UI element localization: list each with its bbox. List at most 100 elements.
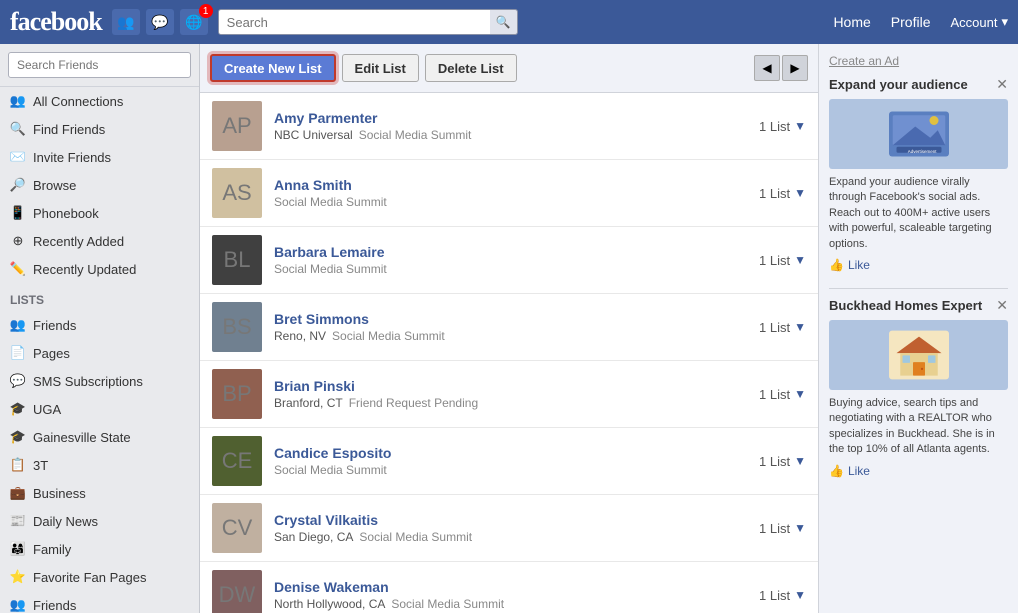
- browse-icon: 🔎: [10, 177, 26, 193]
- right-sidebar: Create an Ad Expand your audience ✕ Adve…: [818, 44, 1018, 613]
- list-dropdown-denise[interactable]: ▼: [794, 588, 806, 602]
- gainesville-state-list-icon: 🎓: [10, 429, 26, 445]
- contact-row[interactable]: DW Denise Wakeman North Hollywood, CASoc…: [200, 562, 818, 613]
- sidebar-main-links: 👥All Connections🔍Find Friends✉️Invite Fr…: [0, 87, 199, 283]
- ad2-close-icon[interactable]: ✕: [996, 297, 1008, 314]
- ad1-like-thumb-icon: 👍: [829, 258, 844, 272]
- contact-list-badge-anna: 1 List ▼: [759, 186, 806, 201]
- sidebar-list-item-pages[interactable]: 📄Pages: [0, 339, 199, 367]
- contact-name-amy[interactable]: Amy Parmenter: [274, 110, 759, 126]
- list-dropdown-crystal[interactable]: ▼: [794, 521, 806, 535]
- next-page-button[interactable]: ▶: [782, 55, 808, 81]
- sidebar-list-item-favorite-fan-pages[interactable]: ⭐ Favorite Fan Pages: [0, 563, 199, 591]
- contact-name-brian[interactable]: Brian Pinski: [274, 378, 759, 394]
- contact-name-candice[interactable]: Candice Esposito: [274, 445, 759, 461]
- search-submit-button[interactable]: 🔍: [490, 9, 518, 35]
- search-wrap: 🔍: [218, 9, 518, 35]
- list-dropdown-candice[interactable]: ▼: [794, 454, 806, 468]
- sidebar-item-all-connections[interactable]: 👥All Connections: [0, 87, 199, 115]
- sidebar-label-recently-updated: Recently Updated: [33, 262, 136, 277]
- sidebar-list-label-3t: 3T: [33, 458, 48, 473]
- sidebar-list-label-favorite-fan-pages: Favorite Fan Pages: [33, 570, 146, 585]
- contact-name-anna[interactable]: Anna Smith: [274, 177, 759, 193]
- contact-toolbar: Create New List Edit List Delete List ◀ …: [200, 44, 818, 93]
- sidebar-list-item-gainesville-state[interactable]: 🎓Gainesville State: [0, 423, 199, 451]
- contact-row[interactable]: BP Brian Pinski Branford, CTFriend Reque…: [200, 361, 818, 428]
- sidebar-list-item-friends2[interactable]: 👥Friends: [0, 591, 199, 613]
- create-new-list-button[interactable]: Create New List: [210, 54, 336, 82]
- ad1-like-button[interactable]: 👍 Like: [829, 258, 1008, 272]
- contact-row[interactable]: AS Anna Smith Social Media Summit 1 List…: [200, 160, 818, 227]
- contact-avatar-amy: AP: [212, 101, 262, 151]
- list-dropdown-anna[interactable]: ▼: [794, 186, 806, 200]
- nav-right-links: Home Profile Account ▾: [833, 14, 1008, 30]
- contact-name-barbara[interactable]: Barbara Lemaire: [274, 244, 759, 260]
- pages-list-icon: 📄: [10, 345, 26, 361]
- contact-info-barbara: Barbara Lemaire Social Media Summit: [274, 244, 759, 276]
- list-dropdown-amy[interactable]: ▼: [794, 119, 806, 133]
- prev-page-button[interactable]: ◀: [754, 55, 780, 81]
- messages-nav-icon[interactable]: 💬: [146, 9, 174, 35]
- sidebar-list-item-daily-news[interactable]: 📰Daily News: [0, 507, 199, 535]
- sidebar-list-label-sms-subscriptions: SMS Subscriptions: [33, 374, 143, 389]
- sidebar-list-item-uga[interactable]: 🎓UGA: [0, 395, 199, 423]
- ad1-close-icon[interactable]: ✕: [996, 76, 1008, 93]
- contact-list-badge-denise: 1 List ▼: [759, 588, 806, 603]
- sidebar-item-phonebook[interactable]: 📱Phonebook: [0, 199, 199, 227]
- facebook-logo: facebook: [10, 7, 102, 37]
- sidebar-label-recently-added: Recently Added: [33, 234, 124, 249]
- list-dropdown-barbara[interactable]: ▼: [794, 253, 806, 267]
- sidebar-item-browse[interactable]: 🔎Browse: [0, 171, 199, 199]
- sidebar-item-invite-friends[interactable]: ✉️Invite Friends: [0, 143, 199, 171]
- sidebar-item-recently-added[interactable]: ⊕Recently Added: [0, 227, 199, 255]
- edit-list-button[interactable]: Edit List: [342, 54, 419, 82]
- contact-name-denise[interactable]: Denise Wakeman: [274, 579, 759, 595]
- nav-icon-group: 👥 💬 🌐 1: [112, 9, 208, 35]
- sidebar-label-phonebook: Phonebook: [33, 206, 99, 221]
- sidebar-label-all-connections: All Connections: [33, 94, 123, 109]
- daily-news-list-icon: 📰: [10, 513, 26, 529]
- sidebar-list-item-family[interactable]: 👨‍👩‍👧Family: [0, 535, 199, 563]
- contact-list-badge-barbara: 1 List ▼: [759, 253, 806, 268]
- contact-name-crystal[interactable]: Crystal Vilkaitis: [274, 512, 759, 528]
- sidebar-list-label-uga: UGA: [33, 402, 61, 417]
- sidebar-item-recently-updated[interactable]: ✏️Recently Updated: [0, 255, 199, 283]
- contact-row[interactable]: CV Crystal Vilkaitis San Diego, CASocial…: [200, 495, 818, 562]
- ad2-like-button[interactable]: 👍 Like: [829, 464, 1008, 478]
- contact-row[interactable]: BL Barbara Lemaire Social Media Summit 1…: [200, 227, 818, 294]
- contact-list-badge-brian: 1 List ▼: [759, 387, 806, 402]
- account-dropdown[interactable]: Account ▾: [950, 14, 1008, 30]
- contact-avatar-candice: CE: [212, 436, 262, 486]
- sms-subscriptions-list-icon: 💬: [10, 373, 26, 389]
- contact-avatar-anna: AS: [212, 168, 262, 218]
- contact-avatar-denise: DW: [212, 570, 262, 613]
- sidebar-list-item-business[interactable]: 💼Business: [0, 479, 199, 507]
- pagination-arrows: ◀ ▶: [754, 55, 808, 81]
- contact-info-crystal: Crystal Vilkaitis San Diego, CASocial Me…: [274, 512, 759, 544]
- friends2-list-icon: 👥: [10, 597, 26, 613]
- delete-list-button[interactable]: Delete List: [425, 54, 517, 82]
- home-link[interactable]: Home: [833, 14, 870, 30]
- favorite-fan-pages-list-icon: ⭐: [10, 569, 26, 585]
- ad-buckhead: Buckhead Homes Expert ✕ Buying advice: [829, 297, 1008, 478]
- list-dropdown-brian[interactable]: ▼: [794, 387, 806, 401]
- friends-nav-icon[interactable]: 👥: [112, 9, 140, 35]
- sidebar-list-label-business: Business: [33, 486, 86, 501]
- sidebar-list-item-friends[interactable]: 👥Friends: [0, 311, 199, 339]
- search-input[interactable]: [218, 9, 518, 35]
- contact-row[interactable]: CE Candice Esposito Social Media Summit …: [200, 428, 818, 495]
- sidebar-list-item-sms-subscriptions[interactable]: 💬 SMS Subscriptions: [0, 367, 199, 395]
- contact-row[interactable]: BS Bret Simmons Reno, NVSocial Media Sum…: [200, 294, 818, 361]
- sidebar-item-find-friends[interactable]: 🔍Find Friends: [0, 115, 199, 143]
- profile-link[interactable]: Profile: [891, 14, 931, 30]
- left-sidebar: 👥All Connections🔍Find Friends✉️Invite Fr…: [0, 44, 200, 613]
- sidebar-list-item-3t[interactable]: 📋3T: [0, 451, 199, 479]
- contact-name-bret[interactable]: Bret Simmons: [274, 311, 759, 327]
- list-dropdown-bret[interactable]: ▼: [794, 320, 806, 334]
- sidebar-search-input[interactable]: [8, 52, 191, 78]
- content-area: Create New List Edit List Delete List ◀ …: [200, 44, 818, 613]
- contact-row[interactable]: AP Amy Parmenter NBC UniversalSocial Med…: [200, 93, 818, 160]
- notifications-nav-icon[interactable]: 🌐 1: [180, 9, 208, 35]
- create-ad-link[interactable]: Create an Ad: [829, 54, 1008, 68]
- contact-meta-bret: Reno, NVSocial Media Summit: [274, 329, 759, 343]
